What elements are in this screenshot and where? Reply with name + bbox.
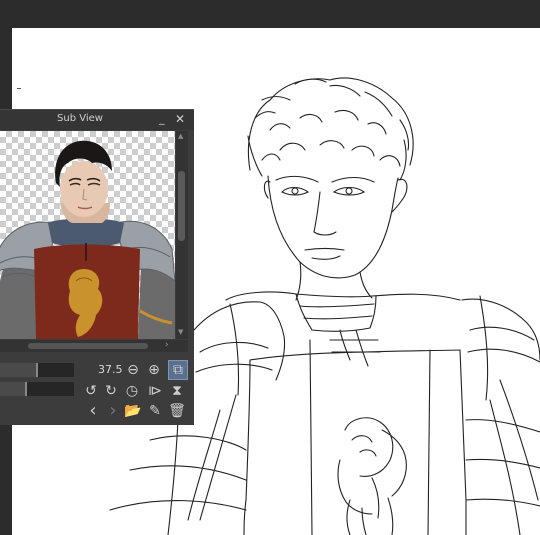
zoom-slider[interactable] — [0, 363, 74, 377]
zoom-out-icon[interactable]: ⊖ — [124, 361, 142, 379]
rotation-slider-handle[interactable] — [24, 382, 27, 396]
sub-view-title: Sub View — [57, 113, 103, 124]
vertical-scroll-thumb[interactable] — [178, 171, 185, 241]
flip-horizontal-icon[interactable]: ⧐ — [146, 382, 164, 400]
scroll-up-icon[interactable]: ▲ — [178, 132, 183, 140]
close-button[interactable]: ✕ — [175, 112, 185, 126]
flip-vertical-icon[interactable]: ⧗ — [168, 382, 186, 400]
scroll-right-icon[interactable]: › — [165, 340, 169, 350]
sub-view-titlebar[interactable]: Sub View _ ✕ — [0, 110, 194, 130]
edit-icon[interactable]: ✎ — [146, 402, 164, 420]
reference-photo — [0, 140, 175, 339]
reference-image[interactable] — [0, 131, 175, 339]
stray-mark — [17, 88, 21, 89]
horizontal-scrollbar[interactable]: › — [0, 340, 188, 352]
rotate-right-icon[interactable]: ↻ — [102, 382, 120, 400]
rotation-slider[interactable] — [0, 382, 74, 396]
horizontal-scroll-thumb[interactable] — [28, 343, 148, 349]
sub-view-panel: Sub View _ ✕ ▲ ▼ › 37.5 ⊖ ⊕ ⧉ ↺ ↻ ◷ ⧐ ⧗ … — [0, 109, 194, 425]
trash-icon[interactable]: 🗑 — [168, 402, 186, 420]
chevron-right-icon[interactable]: › — [104, 402, 122, 420]
zoom-in-icon[interactable]: ⊕ — [145, 361, 163, 379]
rotate-left-icon[interactable]: ↺ — [82, 382, 100, 400]
vertical-scrollbar[interactable]: ▲ ▼ — [176, 131, 188, 339]
zoom-slider-handle[interactable] — [36, 363, 38, 377]
folder-open-icon[interactable]: 📂 — [124, 402, 142, 420]
scroll-down-icon[interactable]: ▼ — [178, 328, 183, 336]
rotation-slider-fill — [0, 382, 26, 396]
reset-rotation-icon[interactable]: ◷ — [123, 382, 141, 400]
zoom-slider-fill — [0, 363, 37, 377]
chevron-left-icon[interactable]: ‹ — [84, 402, 102, 420]
zoom-value: 37.5 — [98, 363, 123, 376]
fit-view-icon[interactable]: ⧉ — [168, 360, 188, 380]
minimize-button[interactable]: _ — [159, 112, 165, 125]
app-top-bar — [0, 0, 540, 28]
